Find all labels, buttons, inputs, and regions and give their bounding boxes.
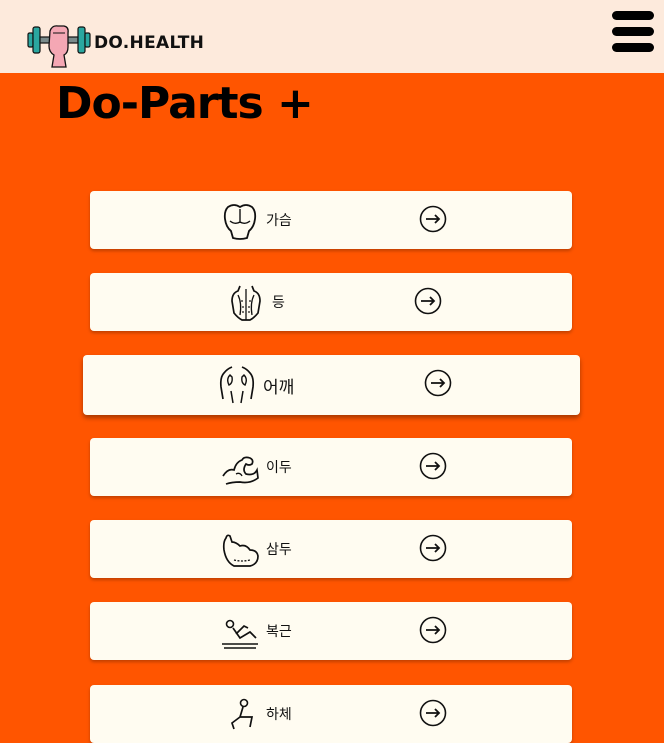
part-card-back[interactable]: 등: [90, 273, 572, 331]
shoulder-icon: [219, 366, 255, 404]
arrow-right-circle-icon[interactable]: [419, 616, 447, 644]
arrow-right-circle-icon[interactable]: [424, 369, 452, 397]
part-label: 이두: [266, 460, 292, 476]
page-title: Do-Parts +: [56, 78, 314, 129]
arrow-right-circle-icon[interactable]: [419, 699, 447, 727]
part-card-bicep[interactable]: 이두: [90, 438, 572, 496]
top-navbar: DO.HEALTH: [0, 0, 664, 73]
arrow-right-circle-icon[interactable]: [419, 205, 447, 233]
bicep-icon: [222, 456, 259, 485]
part-card-shoulder[interactable]: 어깨: [83, 355, 580, 415]
arrow-right-circle-icon[interactable]: [419, 452, 447, 480]
menu-bar-icon: [612, 43, 654, 52]
tricep-icon: [222, 534, 259, 567]
part-label: 어깨: [263, 378, 295, 398]
part-label: 등: [272, 295, 285, 311]
part-card-legs[interactable]: 하체: [90, 685, 572, 743]
part-card-tricep[interactable]: 삼두: [90, 520, 572, 578]
part-label: 복근: [266, 624, 292, 640]
arrow-right-circle-icon[interactable]: [419, 534, 447, 562]
leg-icon: [230, 698, 254, 730]
arrow-right-circle-icon[interactable]: [414, 287, 442, 315]
hamburger-menu-button[interactable]: [612, 11, 654, 55]
menu-bar-icon: [612, 11, 654, 20]
situp-icon: [222, 619, 258, 649]
part-label: 삼두: [266, 542, 292, 558]
part-label: 하체: [266, 707, 292, 723]
part-label: 가슴: [266, 213, 292, 229]
part-card-chest[interactable]: 가슴: [90, 191, 572, 249]
back-muscle-icon: [231, 285, 261, 321]
chest-icon: [223, 204, 257, 240]
menu-bar-icon: [612, 27, 654, 36]
part-card-abs[interactable]: 복근: [90, 602, 572, 660]
brand-logo[interactable]: DO.HEALTH: [27, 19, 205, 68]
brand-name: DO.HEALTH: [94, 33, 205, 53]
dumbbell-hand-icon: [27, 25, 91, 68]
